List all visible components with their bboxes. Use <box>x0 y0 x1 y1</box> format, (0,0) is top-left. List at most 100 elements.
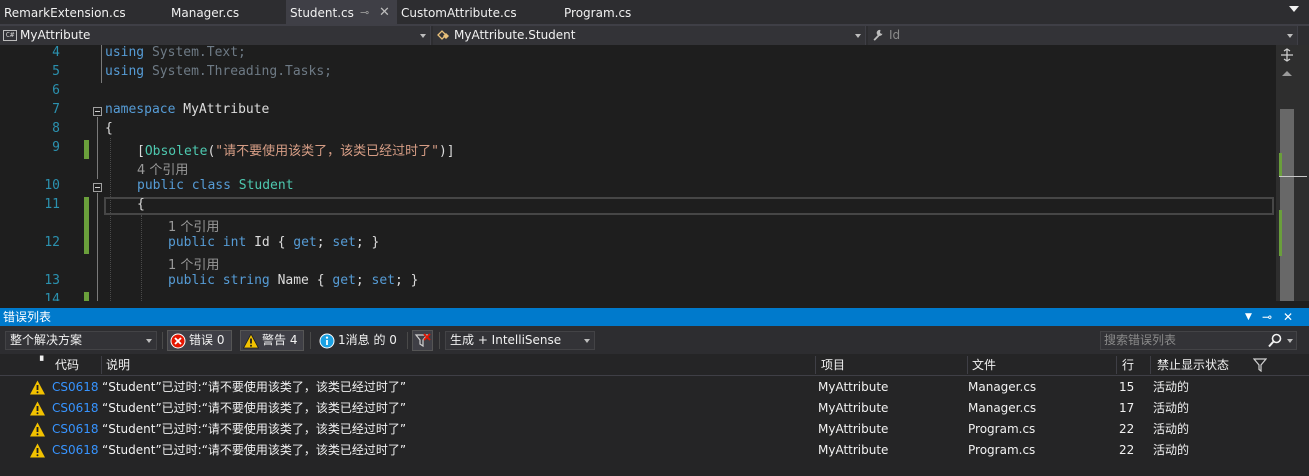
errors-filter-button[interactable]: 错误 0 <box>167 330 232 351</box>
scroll-thumb[interactable] <box>1280 109 1294 301</box>
line-number: 5 <box>52 64 60 79</box>
close-icon[interactable]: ✕ <box>379 0 390 26</box>
collapse-namespace-icon[interactable] <box>93 107 102 116</box>
clear-filter-button[interactable] <box>412 330 433 351</box>
scope-dropdown[interactable]: 整个解决方案 <box>5 331 157 350</box>
build-source-dropdown[interactable]: 生成 + IntelliSense <box>445 331 595 350</box>
row-line: 22 <box>1119 443 1135 457</box>
tab-manager[interactable]: Manager.cs <box>167 0 285 24</box>
document-tab-strip: RemarkExtension.cs Manager.cs Student.cs… <box>0 0 1309 24</box>
close-icon[interactable]: ✕ <box>1283 308 1293 326</box>
row-file: Manager.cs <box>968 380 1037 394</box>
messages-filter-button[interactable]: 1消息 的 0 <box>316 330 404 351</box>
tab-overflow-icon[interactable] <box>1289 6 1299 12</box>
codelens-name-references[interactable]: 1 个引用 <box>168 254 219 273</box>
table-row[interactable]: CS0618 “Student”已过时:“请不要使用该类了，该类已经过时了” M… <box>0 398 1309 419</box>
column-header-suppression[interactable]: 禁止显示状态 <box>1157 354 1229 376</box>
row-code-link[interactable]: CS0618 <box>52 377 99 398</box>
tab-label: Student.cs <box>290 6 354 20</box>
type-name: MyAttribute.Student <box>454 28 576 42</box>
column-divider[interactable] <box>967 356 968 374</box>
code-line-8: { <box>105 121 113 136</box>
filter-icon[interactable] <box>1253 358 1267 372</box>
warning-icon <box>30 401 45 416</box>
table-row[interactable]: CS0618 “Student”已过时:“请不要使用该类了，该类已经过时了” M… <box>0 419 1309 440</box>
tab-customattribute[interactable]: CustomAttribute.cs <box>397 0 562 24</box>
scope-value: 整个解决方案 <box>10 333 83 347</box>
row-line: 15 <box>1119 380 1135 394</box>
chevron-down-icon <box>855 34 861 38</box>
navigation-bar: C# MyAttribute MyAttribute.Student Id <box>0 26 1309 45</box>
separator <box>310 332 311 349</box>
column-header-file[interactable]: 文件 <box>972 354 996 376</box>
build-source-value: 生成 + IntelliSense <box>450 333 562 347</box>
codelens-class-references[interactable]: 4 个引用 <box>137 159 188 178</box>
tab-remarkextension[interactable]: RemarkExtension.cs <box>0 0 160 24</box>
error-list-grid: ▘ 代码 说明 项目 文件 行 禁止显示状态 CS0618 “Student”已… <box>0 354 1309 476</box>
row-description: “Student”已过时:“请不要使用该类了，该类已经过时了” <box>102 443 407 457</box>
row-project: MyAttribute <box>818 443 889 457</box>
current-line-highlight <box>104 197 1274 215</box>
row-file: Manager.cs <box>968 401 1037 415</box>
search-icon[interactable] <box>1268 333 1282 348</box>
outline-line <box>97 193 98 301</box>
row-line: 17 <box>1119 401 1135 415</box>
row-description: “Student”已过时:“请不要使用该类了，该类已经过时了” <box>102 380 407 394</box>
error-list-toolbar: 整个解决方案 错误 0 警告 4 1消息 的 0 生成 + IntelliSen… <box>0 326 1309 354</box>
tab-label: Manager.cs <box>171 6 240 20</box>
column-header-code[interactable]: 代码 <box>55 354 79 376</box>
wrench-icon <box>873 29 883 41</box>
change-marker <box>1279 210 1282 256</box>
separator <box>439 332 440 349</box>
auto-hide-icon[interactable]: ⊸ <box>1262 308 1272 326</box>
row-suppression: 活动的 <box>1153 422 1190 436</box>
error-list-title: 错误列表 <box>3 310 52 324</box>
chevron-down-icon <box>420 34 426 38</box>
warning-icon <box>30 380 45 395</box>
column-divider[interactable] <box>1116 356 1117 374</box>
tab-program[interactable]: Program.cs <box>560 0 680 24</box>
indent-guide <box>110 138 111 301</box>
row-file: Program.cs <box>968 443 1036 457</box>
type-dropdown[interactable]: MyAttribute.Student <box>433 26 866 45</box>
outline-line <box>101 45 102 83</box>
row-project: MyAttribute <box>818 380 889 394</box>
warning-icon <box>243 333 259 349</box>
sort-indicator-icon: ▘ <box>40 357 47 367</box>
scroll-up-icon[interactable] <box>1282 71 1292 76</box>
messages-count: 1消息 的 0 <box>338 333 397 347</box>
column-header-line[interactable]: 行 <box>1122 354 1134 376</box>
table-row[interactable]: CS0618 “Student”已过时:“请不要使用该类了，该类已经过时了” M… <box>0 440 1309 461</box>
chevron-down-icon[interactable] <box>1287 339 1293 343</box>
table-row[interactable]: CS0618 “Student”已过时:“请不要使用该类了，该类已经过时了” M… <box>0 377 1309 398</box>
row-line: 22 <box>1119 422 1135 436</box>
row-code-link[interactable]: CS0618 <box>52 398 99 419</box>
code-editor[interactable]: 4 5 6 7 8 9 10 11 12 13 14 using System.… <box>0 45 1276 301</box>
collapse-class-icon[interactable] <box>93 183 102 192</box>
split-window-icon[interactable] <box>1279 48 1295 62</box>
column-header-project[interactable]: 项目 <box>821 354 845 376</box>
pin-icon[interactable]: ⊸ <box>360 0 369 26</box>
warning-icon <box>30 422 45 437</box>
tab-student[interactable]: Student.cs ⊸ ✕ <box>286 0 397 24</box>
line-number: 14 <box>44 292 60 301</box>
column-divider[interactable] <box>101 356 102 374</box>
column-header-description[interactable]: 说明 <box>106 354 130 376</box>
search-input[interactable]: 搜索错误列表 <box>1100 331 1297 350</box>
project-dropdown[interactable]: C# MyAttribute <box>0 26 431 45</box>
row-code-link[interactable]: CS0618 <box>52 419 99 440</box>
separator <box>162 332 163 349</box>
error-list-titlebar: 错误列表 ▼ ⊸ ✕ <box>0 308 1309 326</box>
codelens-id-references[interactable]: 1 个引用 <box>168 216 219 235</box>
editor-vertical-scrollbar[interactable] <box>1276 45 1309 301</box>
code-line-7: namespace MyAttribute <box>105 102 270 117</box>
warning-icon <box>30 443 45 458</box>
column-divider[interactable] <box>815 356 816 374</box>
change-marker <box>84 292 89 301</box>
code-line-10: public class Student <box>137 178 294 193</box>
warnings-filter-button[interactable]: 警告 4 <box>240 330 304 351</box>
row-code-link[interactable]: CS0618 <box>52 440 99 461</box>
member-dropdown[interactable]: Id <box>868 26 1298 45</box>
window-position-icon[interactable]: ▼ <box>1245 308 1252 326</box>
column-divider[interactable] <box>1150 356 1151 374</box>
